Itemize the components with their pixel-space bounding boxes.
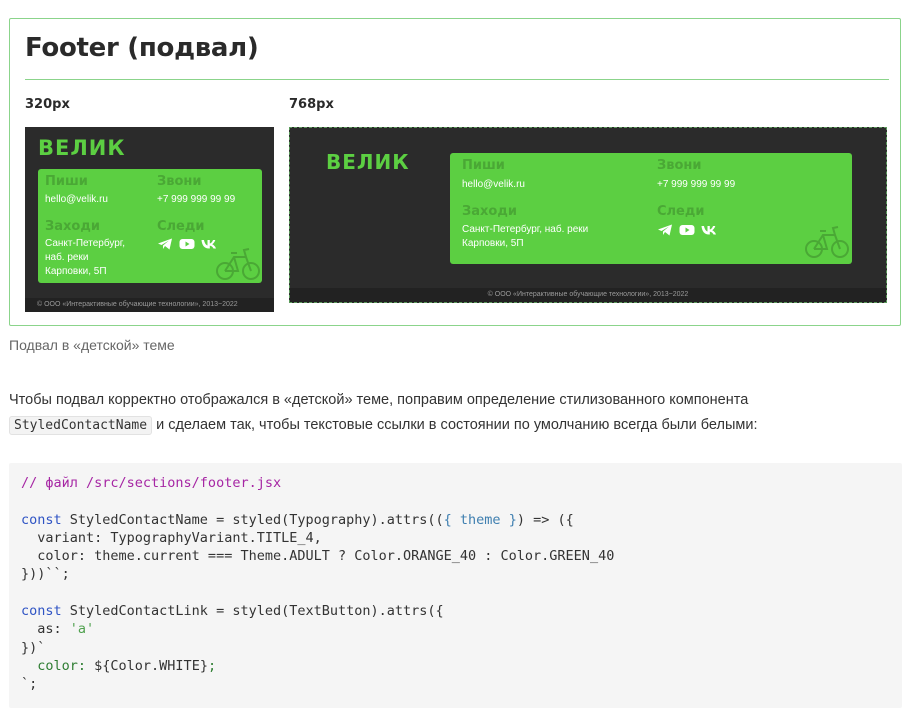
email-link[interactable]: hello@velik.ru [45, 193, 108, 207]
breakpoint-label-320: 320px [25, 97, 70, 112]
code-text: { [443, 511, 460, 528]
code-line: }))``; [21, 566, 70, 583]
paragraph-text: Чтобы подвал корректно отображался в «де… [9, 392, 749, 408]
phone-link[interactable]: +7 999 999 99 99 [157, 193, 235, 207]
code-keyword: const [21, 511, 62, 528]
follow-label: Следи [157, 219, 205, 234]
code-keyword: const [21, 603, 62, 620]
follow-label: Следи [657, 204, 705, 219]
phone-link[interactable]: +7 999 999 99 99 [657, 178, 735, 192]
address-text: Санкт-Петербург, наб. реки Карповки, 5П [45, 237, 125, 279]
code-line: color: theme.current === Theme.ADULT ? C… [21, 548, 615, 565]
address-line: наб. реки [45, 252, 89, 263]
call-label: Звони [657, 158, 702, 173]
figure-title: Footer (подвал) [25, 33, 259, 63]
visit-label: Заходи [462, 204, 517, 219]
figure-caption: Подвал в «детской» теме [9, 337, 175, 353]
code-line: variant: TypographyVariant.TITLE_4, [21, 529, 322, 546]
code-line: `; [21, 676, 38, 693]
code-text: ${Color.WHITE} [94, 657, 208, 674]
breakpoint-label-768: 768px [289, 97, 334, 112]
body-paragraph: Чтобы подвал корректно отображался в «де… [9, 388, 889, 438]
code-line: })` [21, 639, 46, 656]
footer-mock-768: ВЕЛИК Пиши hello@velik.ru Звони +7 999 9… [289, 127, 887, 303]
code-param: theme [459, 511, 501, 528]
copyright-text: © ООО «Интерактивные обучающие технологи… [290, 288, 886, 302]
code-comment: // файл /src/sections/footer.jsx [21, 475, 282, 491]
youtube-icon[interactable] [679, 224, 695, 236]
velik-logo: ВЕЛИК [38, 136, 126, 160]
paragraph-text: и сделаем так, чтобы текстовые ссылки в … [152, 417, 758, 433]
contacts-card: Пиши hello@velik.ru Звони +7 999 999 99 … [450, 153, 852, 264]
vk-icon[interactable] [201, 238, 217, 250]
code-text: StyledContactLink = styled(TextButton).a… [61, 603, 444, 620]
velik-logo: ВЕЛИК [326, 150, 410, 174]
social-icons [157, 238, 217, 250]
call-label: Звони [157, 174, 202, 189]
copyright-text: © ООО «Интерактивные обучающие технологи… [25, 298, 274, 312]
bicycle-icon [216, 248, 260, 280]
code-text: ) => ({ [516, 511, 574, 528]
figure-divider [25, 79, 889, 80]
write-label: Пиши [462, 158, 505, 173]
youtube-icon[interactable] [179, 238, 195, 250]
code-text: ; [207, 657, 217, 674]
address-line: Санкт-Петербург, [45, 238, 125, 249]
figure-frame: Footer (подвал) 320px 768px ВЕЛИК Пиши h… [9, 18, 901, 326]
bicycle-icon [805, 226, 849, 258]
inline-code: StyledContactName [9, 416, 153, 435]
social-icons [657, 224, 717, 236]
address-text: Санкт-Петербург, наб. реки Карповки, 5П [462, 223, 588, 251]
telegram-icon[interactable] [657, 224, 673, 236]
contacts-card: Пиши hello@velik.ru Звони +7 999 999 99 … [38, 169, 262, 283]
code-text: StyledContactName = styled(Typography).a… [61, 511, 444, 528]
code-block: // файл /src/sections/footer.jsx const S… [9, 463, 902, 708]
code-text: as: [21, 621, 70, 638]
telegram-icon[interactable] [157, 238, 173, 250]
address-line: Санкт-Петербург, наб. реки [462, 224, 589, 235]
visit-label: Заходи [45, 219, 100, 234]
email-link[interactable]: hello@velik.ru [462, 178, 525, 192]
code-text: color: [21, 657, 95, 674]
code-text: } [500, 511, 517, 528]
write-label: Пиши [45, 174, 88, 189]
footer-mock-320: ВЕЛИК Пиши hello@velik.ru Звони +7 999 9… [25, 127, 274, 312]
code-string: 'a' [69, 621, 95, 638]
address-line: Карповки, 5П [462, 238, 524, 249]
address-line: Карповки, 5П [45, 266, 107, 277]
vk-icon[interactable] [701, 224, 717, 236]
